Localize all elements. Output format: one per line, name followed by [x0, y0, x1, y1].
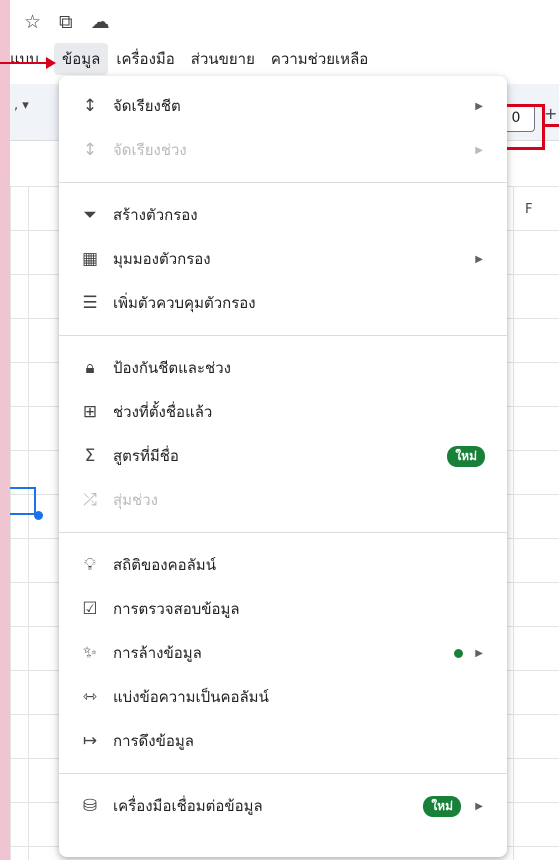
menu-item-label: ป้องกันชีตและช่วง: [113, 359, 231, 377]
menu-separator: [59, 773, 507, 774]
column-header-f[interactable]: F: [525, 202, 532, 217]
lightbulb-icon: 💡︎: [84, 555, 96, 575]
sort-icon: ↕: [82, 96, 98, 116]
extract-icon: ↦: [82, 731, 98, 751]
annotation-bracket-stub: [544, 124, 559, 127]
fill-handle[interactable]: [34, 511, 43, 520]
named-range-icon: ⊞: [82, 402, 98, 422]
sort-icon: ↕: [82, 140, 98, 160]
filter-views-icon: ▦: [81, 249, 99, 269]
menu-item-label: เครื่องมือเชื่อมต่อข้อมูล: [113, 797, 263, 815]
menu-item-named-ranges[interactable]: ⊞ ช่วงที่ตั้งชื่อแล้ว: [59, 390, 507, 434]
split-columns-icon: ⇿: [82, 687, 98, 707]
menu-extensions[interactable]: ส่วนขยาย: [183, 43, 263, 75]
menu-item-filter-views[interactable]: ▦ มุมมองตัวกรอง ▶: [59, 237, 507, 281]
menubar: แบบ ข้อมูล เครื่องมือ ส่วนขยาย ความช่วยเ…: [10, 43, 376, 75]
submenu-arrow-icon: ▶: [475, 647, 483, 659]
submenu-arrow-icon: ▶: [475, 144, 483, 156]
shuffle-icon: ⤮: [83, 490, 97, 510]
menu-item-data-cleanup[interactable]: ✨︎ การล้างข้อมูล ▶: [59, 631, 507, 675]
lock-icon: 🔒︎: [85, 358, 95, 378]
dropdown-caret-icon[interactable]: , ▾: [14, 98, 29, 113]
menu-item-add-slicer[interactable]: ☰ เพิ่มตัวควบคุมตัวกรอง: [59, 281, 507, 325]
menu-item-label: จัดเรียงช่วง: [113, 141, 187, 159]
menu-item-label: สุ่มช่วง: [113, 491, 158, 509]
menu-item-label: การตรวจสอบข้อมูล: [113, 600, 240, 618]
filter-icon: ⏷: [83, 205, 97, 225]
menu-item-sort-sheet[interactable]: ↕ จัดเรียงชีต ▶: [59, 84, 507, 128]
menu-tools[interactable]: เครื่องมือ: [108, 43, 182, 75]
cloud-icon[interactable]: ☁: [91, 10, 110, 34]
menu-item-data-extraction[interactable]: ↦ การดึงข้อมูล: [59, 719, 507, 763]
database-icon: ⛁: [82, 796, 98, 816]
title-icons: ☆ ⧉ ☁: [24, 10, 110, 34]
menu-item-label: การล้างข้อมูล: [113, 644, 202, 662]
toolbar-plus-icon[interactable]: +: [544, 104, 557, 123]
data-validation-icon: ☑: [82, 599, 98, 619]
menu-item-named-functions[interactable]: Σ สูตรที่มีชื่อ ใหม่: [59, 434, 507, 478]
menu-separator: [59, 335, 507, 336]
menu-item-label: การดึงข้อมูล: [113, 732, 194, 750]
menu-item-data-connectors[interactable]: ⛁ เครื่องมือเชื่อมต่อข้อมูล ใหม่ ▶: [59, 784, 507, 828]
data-menu-dropdown: ↕ จัดเรียงชีต ▶ ↕ จัดเรียงช่วง ▶ ⏷ สร้าง…: [59, 76, 507, 857]
new-badge: ใหม่: [423, 795, 461, 817]
menu-item-split-text[interactable]: ⇿ แบ่งข้อความเป็นคอลัมน์: [59, 675, 507, 719]
submenu-arrow-icon: ▶: [475, 100, 483, 112]
sigma-icon: Σ: [84, 446, 96, 466]
menu-item-label: สร้างตัวกรอง: [113, 206, 198, 224]
menu-help[interactable]: ความช่วยเหลือ: [263, 43, 376, 75]
submenu-arrow-icon: ▶: [475, 253, 483, 265]
menu-item-label: เพิ่มตัวควบคุมตัวกรอง: [113, 294, 256, 312]
selection-frame: [10, 487, 36, 515]
grid-column-line: [513, 186, 514, 860]
submenu-arrow-icon: ▶: [475, 800, 483, 812]
menu-item-label: สถิติของคอลัมน์: [113, 556, 216, 574]
grid-column-line: [28, 186, 29, 860]
menu-item-label: จัดเรียงชีต: [113, 97, 181, 115]
menu-item-sort-range: ↕ จัดเรียงช่วง ▶: [59, 128, 507, 172]
new-badge: ใหม่: [447, 445, 485, 467]
menu-item-column-stats[interactable]: 💡︎ สถิติของคอลัมน์: [59, 543, 507, 587]
menu-item-label: มุมมองตัวกรอง: [113, 250, 211, 268]
menu-separator: [59, 182, 507, 183]
annotation-arrow-line: [0, 62, 48, 64]
menu-item-label: สูตรที่มีชื่อ: [113, 447, 179, 465]
folder-move-icon[interactable]: ⧉: [59, 10, 73, 34]
star-icon[interactable]: ☆: [24, 10, 41, 34]
magic-wand-icon: ✨︎: [83, 643, 97, 663]
menu-data[interactable]: ข้อมูล: [54, 43, 109, 75]
menu-separator: [59, 532, 507, 533]
annotation-arrow-head: [46, 57, 56, 69]
menu-item-randomize: ⤮ สุ่มช่วง: [59, 478, 507, 522]
menu-item-create-filter[interactable]: ⏷ สร้างตัวกรอง: [59, 193, 507, 237]
menu-item-data-validation[interactable]: ☑ การตรวจสอบข้อมูล: [59, 587, 507, 631]
menu-item-protect[interactable]: 🔒︎ ป้องกันชีตและช่วง: [59, 346, 507, 390]
menu-item-label: แบ่งข้อความเป็นคอลัมน์: [113, 688, 269, 706]
slicer-icon: ☰: [82, 293, 98, 313]
menu-item-label: ช่วงที่ตั้งชื่อแล้ว: [113, 403, 213, 421]
status-dot: [454, 648, 463, 658]
